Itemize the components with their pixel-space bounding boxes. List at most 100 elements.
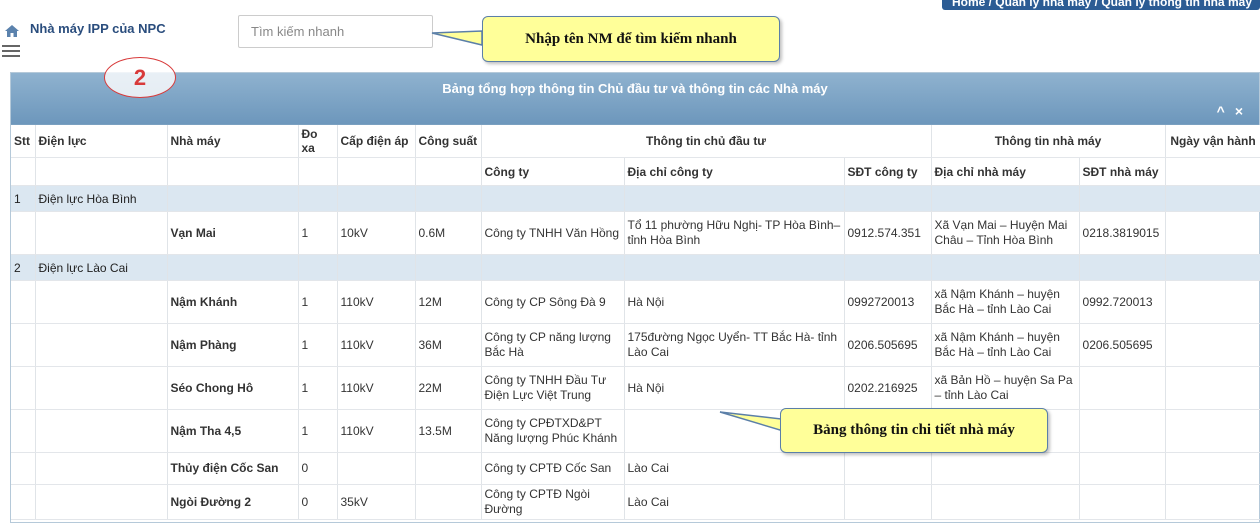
table-row[interactable]: Vạn Mai 1 10kV 0.6M Công ty TNHH Văn Hồng Tổ …	[11, 211, 1260, 255]
cell-plant-phone: 0218.3819015	[1079, 211, 1166, 255]
cell-company: Công ty TNHH Đầu Tư Điện Lực Việt Trung	[481, 366, 625, 410]
cell-plant: Ngòi Đường 2	[167, 484, 299, 520]
cell-company-address: Hà Nội	[624, 366, 845, 410]
table-row[interactable]: Nậm Khánh 1 110kV 12M Công ty CP Sông Đà 9 Hà…	[11, 280, 1260, 324]
plant-table: Stt Điện lực Nhà máy Đo xa Cấp điện áp C…	[11, 125, 1260, 520]
collapse-icon[interactable]: ^	[1217, 103, 1225, 119]
cell-plant-phone: 0206.505695	[1079, 323, 1166, 367]
cell-company: Công ty CPTĐ Cốc San	[481, 452, 625, 485]
callout-search-tip: Nhập tên NM để tìm kiếm nhanh	[482, 16, 780, 62]
cell-stt	[11, 211, 36, 255]
cell-stt	[11, 280, 36, 324]
group-name: Điện lực Hòa Bình	[35, 185, 168, 212]
table-row[interactable]: Séo Chong Hô 1 110kV 22M Công ty TNHH Đầu Tư…	[11, 366, 1260, 410]
cell-voltage: 110kV	[337, 366, 416, 410]
header-row-2: Công ty Địa chỉ công ty SĐT công ty Địa …	[11, 157, 1260, 186]
quick-search-input[interactable]	[238, 15, 433, 48]
cell-plant-phone	[1079, 484, 1166, 520]
cell-company: Công ty TNHH Văn Hồng	[481, 211, 625, 255]
group-stt: 2	[11, 254, 36, 281]
cell-company-address: Lào Cai	[624, 452, 845, 485]
cell-plant-address	[931, 452, 1080, 485]
col-nha-may: Nhà máy	[167, 125, 299, 158]
cell-do-xa: 1	[298, 409, 338, 453]
cell-capacity: 36M	[415, 323, 482, 367]
panel-tools: ^ ×	[1217, 103, 1243, 119]
cell-plant-address: xã Bản Hồ – huyện Sa Pa – tỉnh Lào Cai	[931, 366, 1080, 410]
cell-voltage: 35kV	[337, 484, 416, 520]
cell-voltage	[337, 452, 416, 485]
hamburger-menu-icon[interactable]	[2, 42, 20, 60]
cell-do-xa: 1	[298, 323, 338, 367]
cell-capacity	[415, 452, 482, 485]
col-dien-luc: Điện lực	[35, 125, 168, 158]
table-row[interactable]: Thủy điện Cốc San 0 Công ty CPTĐ Cốc San Là…	[11, 452, 1260, 485]
group-row[interactable]: 2 Điện lực Lào Cai	[11, 254, 1260, 281]
group-row[interactable]: 1 Điện lực Hòa Bình	[11, 185, 1260, 212]
step-number-badge: 2	[104, 57, 176, 98]
cell-voltage: 110kV	[337, 409, 416, 453]
cell-plant: Nậm Phàng	[167, 323, 299, 367]
cell-company-address: Hà Nội	[624, 280, 845, 324]
group-name: Điện lực Lào Cai	[35, 254, 168, 281]
cell-dien-luc	[35, 280, 168, 324]
cell-company-phone: 0206.505695	[844, 323, 932, 367]
col-dia-chi-nm: Địa chỉ nhà máy	[931, 157, 1080, 186]
table-row[interactable]: Nậm Tha 4,5 1 110kV 13.5M Công ty CPĐTXD&PT …	[11, 409, 1260, 453]
page-title: Nhà máy IPP của NPC	[30, 21, 166, 36]
cell-voltage: 110kV	[337, 280, 416, 324]
col-sdt-cong-ty: SĐT công ty	[844, 157, 932, 186]
cell-company-phone: 0912.574.351	[844, 211, 932, 255]
cell-company-address: Tổ 11 phường Hữu Nghị- TP Hòa Bình– tỉnh…	[624, 211, 845, 255]
cell-operation-date	[1165, 452, 1260, 485]
col-cap-dien-ap: Cấp điện áp	[337, 125, 416, 158]
cell-dien-luc	[35, 366, 168, 410]
cell-voltage: 110kV	[337, 323, 416, 367]
cell-capacity: 0.6M	[415, 211, 482, 255]
cell-capacity: 13.5M	[415, 409, 482, 453]
cell-stt	[11, 484, 36, 520]
cell-do-xa: 1	[298, 211, 338, 255]
cell-do-xa: 1	[298, 366, 338, 410]
cell-plant-phone: 0992.720013	[1079, 280, 1166, 324]
col-group-thong-tin-nm: Thông tin nhà máy	[931, 125, 1166, 158]
cell-dien-luc	[35, 323, 168, 367]
cell-capacity: 22M	[415, 366, 482, 410]
cell-dien-luc	[35, 452, 168, 485]
cell-company: Công ty CP Sông Đà 9	[481, 280, 625, 324]
cell-dien-luc	[35, 409, 168, 453]
panel-header: Bảng tổng hợp thông tin Chủ đầu tư và th…	[11, 73, 1259, 125]
group-stt: 1	[11, 185, 36, 212]
table-row[interactable]: Nậm Phàng 1 110kV 36M Công ty CP năng lượng …	[11, 323, 1260, 367]
cell-company-phone	[844, 484, 932, 520]
cell-dien-luc	[35, 484, 168, 520]
col-cong-suat: Công suất	[415, 125, 482, 158]
home-icon[interactable]	[4, 24, 20, 38]
cell-operation-date	[1165, 211, 1260, 255]
cell-company-phone	[844, 452, 932, 485]
cell-company: Công ty CP năng lượng Bắc Hà	[481, 323, 625, 367]
col-stt: Stt	[11, 125, 36, 158]
cell-plant-phone	[1079, 409, 1166, 453]
cell-operation-date	[1165, 409, 1260, 453]
summary-panel: Bảng tổng hợp thông tin Chủ đầu tư và th…	[10, 72, 1260, 523]
cell-do-xa: 0	[298, 452, 338, 485]
cell-stt	[11, 366, 36, 410]
close-icon[interactable]: ×	[1235, 103, 1243, 119]
cell-plant-address: xã Nậm Khánh – huyện Bắc Hà – tỉnh Lào C…	[931, 323, 1080, 367]
cell-plant-address: xã Nậm Khánh – huyện Bắc Hà – tỉnh Lào C…	[931, 280, 1080, 324]
col-do-xa: Đo xa	[298, 125, 338, 158]
cell-do-xa: 0	[298, 484, 338, 520]
cell-company-phone: 0992720013	[844, 280, 932, 324]
breadcrumb[interactable]: Home / Quản lý nhà máy / Quản lý thông t…	[941, 0, 1260, 10]
cell-operation-date	[1165, 366, 1260, 410]
cell-stt	[11, 323, 36, 367]
cell-plant-address	[931, 484, 1080, 520]
header-row-1: Stt Điện lực Nhà máy Đo xa Cấp điện áp C…	[11, 125, 1260, 158]
table-body: 1 Điện lực Hòa Bình Vạn Mai 1 10kV 0.6M Công t…	[11, 185, 1260, 520]
table-row[interactable]: Ngòi Đường 2 0 35kV Công ty CPTĐ Ngòi Đường…	[11, 484, 1260, 520]
cell-capacity	[415, 484, 482, 520]
cell-plant: Nậm Tha 4,5	[167, 409, 299, 453]
cell-dien-luc	[35, 211, 168, 255]
cell-plant: Thủy điện Cốc San	[167, 452, 299, 485]
